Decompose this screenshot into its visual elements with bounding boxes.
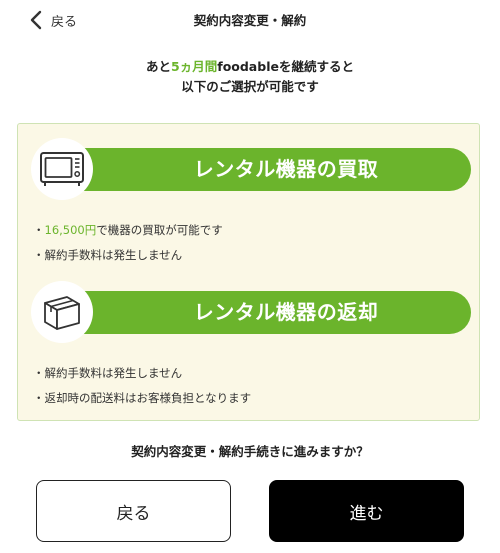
option-buyout-banner: レンタル機器の買取 [31, 138, 471, 200]
list-item: ・返却時の配送料はお客様負担となります [33, 386, 251, 411]
bullet-mark: ・ [33, 366, 45, 380]
page: 戻る 契約内容変更・解約 あと5ヵ月間foodableを継続すると 以下のご選択… [0, 0, 500, 553]
intro-months: 5ヵ月間 [171, 59, 218, 74]
icon-circle [31, 281, 93, 343]
back-button[interactable]: 戻る [36, 480, 231, 542]
intro-prefix: あと [146, 59, 172, 74]
intro-text: あと5ヵ月間foodableを継続すると 以下のご選択が可能です [0, 57, 500, 97]
option-return-bullets: ・解約手数料は発生しません ・返却時の配送料はお客様負担となります [33, 361, 251, 411]
intro-line-2: 以下のご選択が可能です [181, 79, 319, 94]
return-shipping-text: 返却時の配送料はお客様負担となります [44, 391, 252, 405]
buyout-fee-text: 解約手数料は発生しません [44, 248, 183, 262]
buyout-price-text: で機器の買取が可能です [96, 223, 223, 237]
option-return-title: レンタル機器の返却 [193, 300, 379, 324]
bullet-mark: ・ [33, 391, 45, 405]
bullet-mark: ・ [33, 248, 45, 262]
next-button[interactable]: 進む [269, 480, 464, 542]
header: 戻る 契約内容変更・解約 [0, 0, 500, 40]
list-item: ・16,500円で機器の買取が可能です [33, 218, 223, 243]
confirm-question: 契約内容変更・解約手続きに進みますか？ [131, 444, 369, 459]
box-icon [44, 296, 80, 330]
intro-suffix: foodableを継続すると [217, 59, 354, 74]
option-return-banner: レンタル機器の返却 [31, 281, 471, 343]
bullet-mark: ・ [33, 223, 45, 237]
page-title: 契約内容変更・解約 [193, 13, 307, 28]
microwave-icon [40, 152, 84, 186]
options-panel: レンタル機器の買取 ・16,500円で機器の買取が可能です ・解約手数料は発生し… [17, 123, 480, 421]
icon-circle [31, 138, 93, 200]
list-item: ・解約手数料は発生しません [33, 243, 223, 268]
option-buyout-bullets: ・16,500円で機器の買取が可能です ・解約手数料は発生しません [33, 218, 223, 268]
intro-line-1: あと5ヵ月間foodableを継続すると [0, 57, 500, 77]
list-item: ・解約手数料は発生しません [33, 361, 251, 386]
return-fee-text: 解約手数料は発生しません [44, 366, 183, 380]
buyout-price: 16,500円 [44, 223, 97, 237]
option-buyout-title: レンタル機器の買取 [193, 157, 379, 181]
